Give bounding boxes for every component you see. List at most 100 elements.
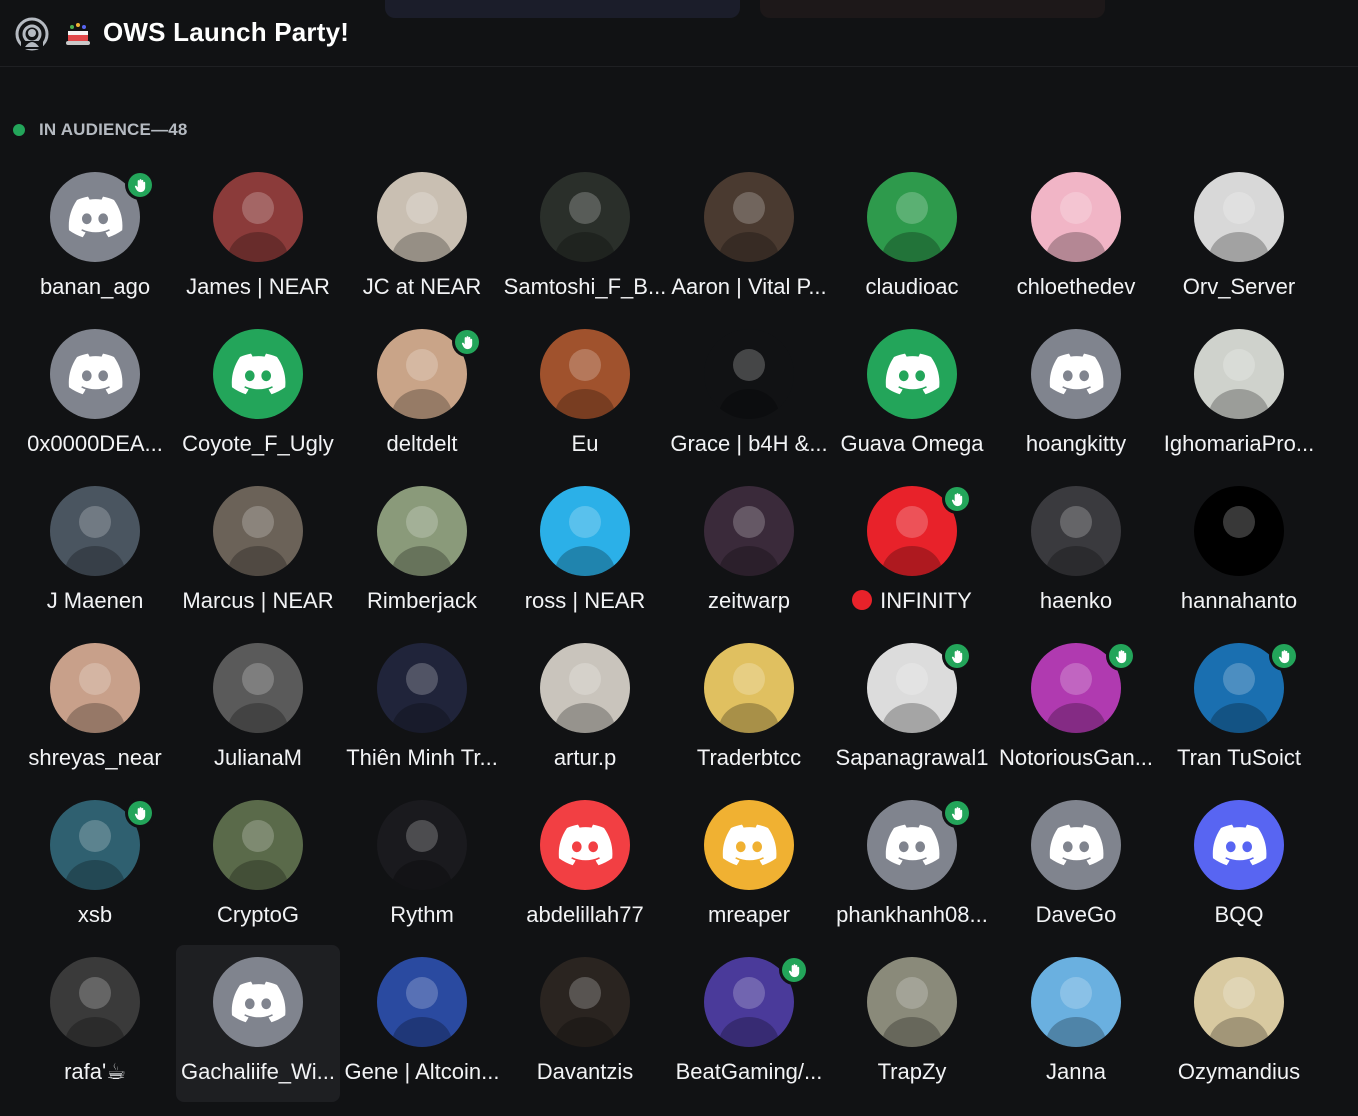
avatar[interactable] xyxy=(213,643,303,733)
audience-member[interactable]: Rythm xyxy=(340,788,504,945)
audience-member[interactable]: Grace | b4H &... xyxy=(667,317,831,474)
avatar[interactable] xyxy=(213,486,303,576)
avatar[interactable] xyxy=(1031,800,1121,890)
audience-member[interactable]: banan_ago xyxy=(13,160,177,317)
avatar[interactable] xyxy=(1194,486,1284,576)
avatar[interactable] xyxy=(540,643,630,733)
audience-member[interactable]: Janna xyxy=(994,945,1158,1102)
avatar[interactable] xyxy=(50,643,140,733)
avatar[interactable] xyxy=(50,329,140,419)
audience-member[interactable]: ross | NEAR xyxy=(503,474,667,631)
avatar[interactable] xyxy=(1031,329,1121,419)
avatar[interactable] xyxy=(213,329,303,419)
audience-member[interactable]: Davantzis xyxy=(503,945,667,1102)
avatar[interactable] xyxy=(377,172,467,262)
member-name: banan_ago xyxy=(13,274,177,300)
audience-member[interactable]: Marcus | NEAR xyxy=(176,474,340,631)
audience-member[interactable]: phankhanh08... xyxy=(830,788,994,945)
audience-member[interactable]: BQQ xyxy=(1157,788,1321,945)
avatar[interactable] xyxy=(1194,957,1284,1047)
avatar[interactable] xyxy=(867,957,957,1047)
avatar[interactable] xyxy=(1194,800,1284,890)
member-name-text: INFINITY xyxy=(880,588,972,613)
avatar[interactable] xyxy=(540,172,630,262)
avatar[interactable] xyxy=(50,957,140,1047)
avatar[interactable] xyxy=(540,329,630,419)
avatar[interactable] xyxy=(704,172,794,262)
audience-member[interactable]: 0x0000DEA... xyxy=(13,317,177,474)
profile-picture xyxy=(1031,957,1121,1047)
audience-member[interactable]: Tran TuSoict xyxy=(1157,631,1321,788)
audience-member[interactable]: deltdelt xyxy=(340,317,504,474)
audience-member[interactable]: claudioac xyxy=(830,160,994,317)
avatar[interactable] xyxy=(213,957,303,1047)
avatar[interactable] xyxy=(867,172,957,262)
avatar[interactable] xyxy=(1031,957,1121,1047)
audience-member[interactable]: Aaron | Vital P... xyxy=(667,160,831,317)
audience-member[interactable]: Guava Omega xyxy=(830,317,994,474)
avatar[interactable] xyxy=(213,172,303,262)
audience-member[interactable]: hannahanto xyxy=(1157,474,1321,631)
audience-member[interactable]: zeitwarp xyxy=(667,474,831,631)
audience-member[interactable]: INFINITY xyxy=(830,474,994,631)
audience-member[interactable]: xsb xyxy=(13,788,177,945)
audience-member[interactable]: Sapanagrawal1 xyxy=(830,631,994,788)
audience-member[interactable]: J Maenen xyxy=(13,474,177,631)
audience-member[interactable]: BeatGaming/... xyxy=(667,945,831,1102)
audience-member[interactable]: artur.p xyxy=(503,631,667,788)
profile-picture xyxy=(50,643,140,733)
profile-picture xyxy=(213,172,303,262)
audience-member[interactable]: JC at NEAR xyxy=(340,160,504,317)
avatar[interactable] xyxy=(540,957,630,1047)
avatar[interactable] xyxy=(867,329,957,419)
avatar[interactable] xyxy=(377,486,467,576)
audience-member[interactable]: TrapZy xyxy=(830,945,994,1102)
discord-logo-icon xyxy=(885,353,940,395)
audience-member[interactable]: Samtoshi_F_B... xyxy=(503,160,667,317)
audience-member[interactable]: abdelillah77 xyxy=(503,788,667,945)
profile-picture xyxy=(704,643,794,733)
audience-member[interactable]: mreaper xyxy=(667,788,831,945)
audience-member[interactable]: CryptoG xyxy=(176,788,340,945)
avatar[interactable] xyxy=(704,486,794,576)
audience-member[interactable]: NotoriousGan... xyxy=(994,631,1158,788)
audience-member[interactable]: James | NEAR xyxy=(176,160,340,317)
audience-member[interactable]: Coyote_F_Ugly xyxy=(176,317,340,474)
profile-picture xyxy=(213,486,303,576)
audience-member[interactable]: DaveGo xyxy=(994,788,1158,945)
audience-member[interactable]: haenko xyxy=(994,474,1158,631)
member-name-text: mreaper xyxy=(708,902,790,927)
audience-member[interactable]: shreyas_near xyxy=(13,631,177,788)
avatar[interactable] xyxy=(1194,172,1284,262)
avatar[interactable] xyxy=(1031,486,1121,576)
raised-hand-badge xyxy=(945,644,969,668)
audience-member[interactable]: Ozymandius xyxy=(1157,945,1321,1102)
avatar[interactable] xyxy=(377,800,467,890)
audience-member[interactable]: Gachaliife_Wi... xyxy=(176,945,340,1102)
avatar[interactable] xyxy=(213,800,303,890)
avatar[interactable] xyxy=(704,643,794,733)
audience-member[interactable]: Gene | Altcoin... xyxy=(340,945,504,1102)
audience-member[interactable]: IghomariaPro... xyxy=(1157,317,1321,474)
member-name-text: artur.p xyxy=(553,745,617,770)
avatar[interactable] xyxy=(377,957,467,1047)
avatar[interactable] xyxy=(50,486,140,576)
audience-member[interactable]: hoangkitty xyxy=(994,317,1158,474)
raised-hand-badge xyxy=(782,958,806,982)
audience-member[interactable]: Traderbtcc xyxy=(667,631,831,788)
avatar[interactable] xyxy=(540,486,630,576)
audience-member[interactable]: Thiên Minh Tr... xyxy=(340,631,504,788)
avatar[interactable] xyxy=(704,800,794,890)
avatar[interactable] xyxy=(377,643,467,733)
avatar[interactable] xyxy=(1031,172,1121,262)
audience-member[interactable]: chloethedev xyxy=(994,160,1158,317)
avatar[interactable] xyxy=(704,329,794,419)
audience-member[interactable]: rafa'☕ xyxy=(13,945,177,1102)
avatar[interactable] xyxy=(540,800,630,890)
raised-hand-badge xyxy=(128,173,152,197)
avatar[interactable] xyxy=(1194,329,1284,419)
audience-member[interactable]: Rimberjack xyxy=(340,474,504,631)
audience-member[interactable]: JulianaM xyxy=(176,631,340,788)
audience-member[interactable]: Eu xyxy=(503,317,667,474)
audience-member[interactable]: Orv_Server xyxy=(1157,160,1321,317)
